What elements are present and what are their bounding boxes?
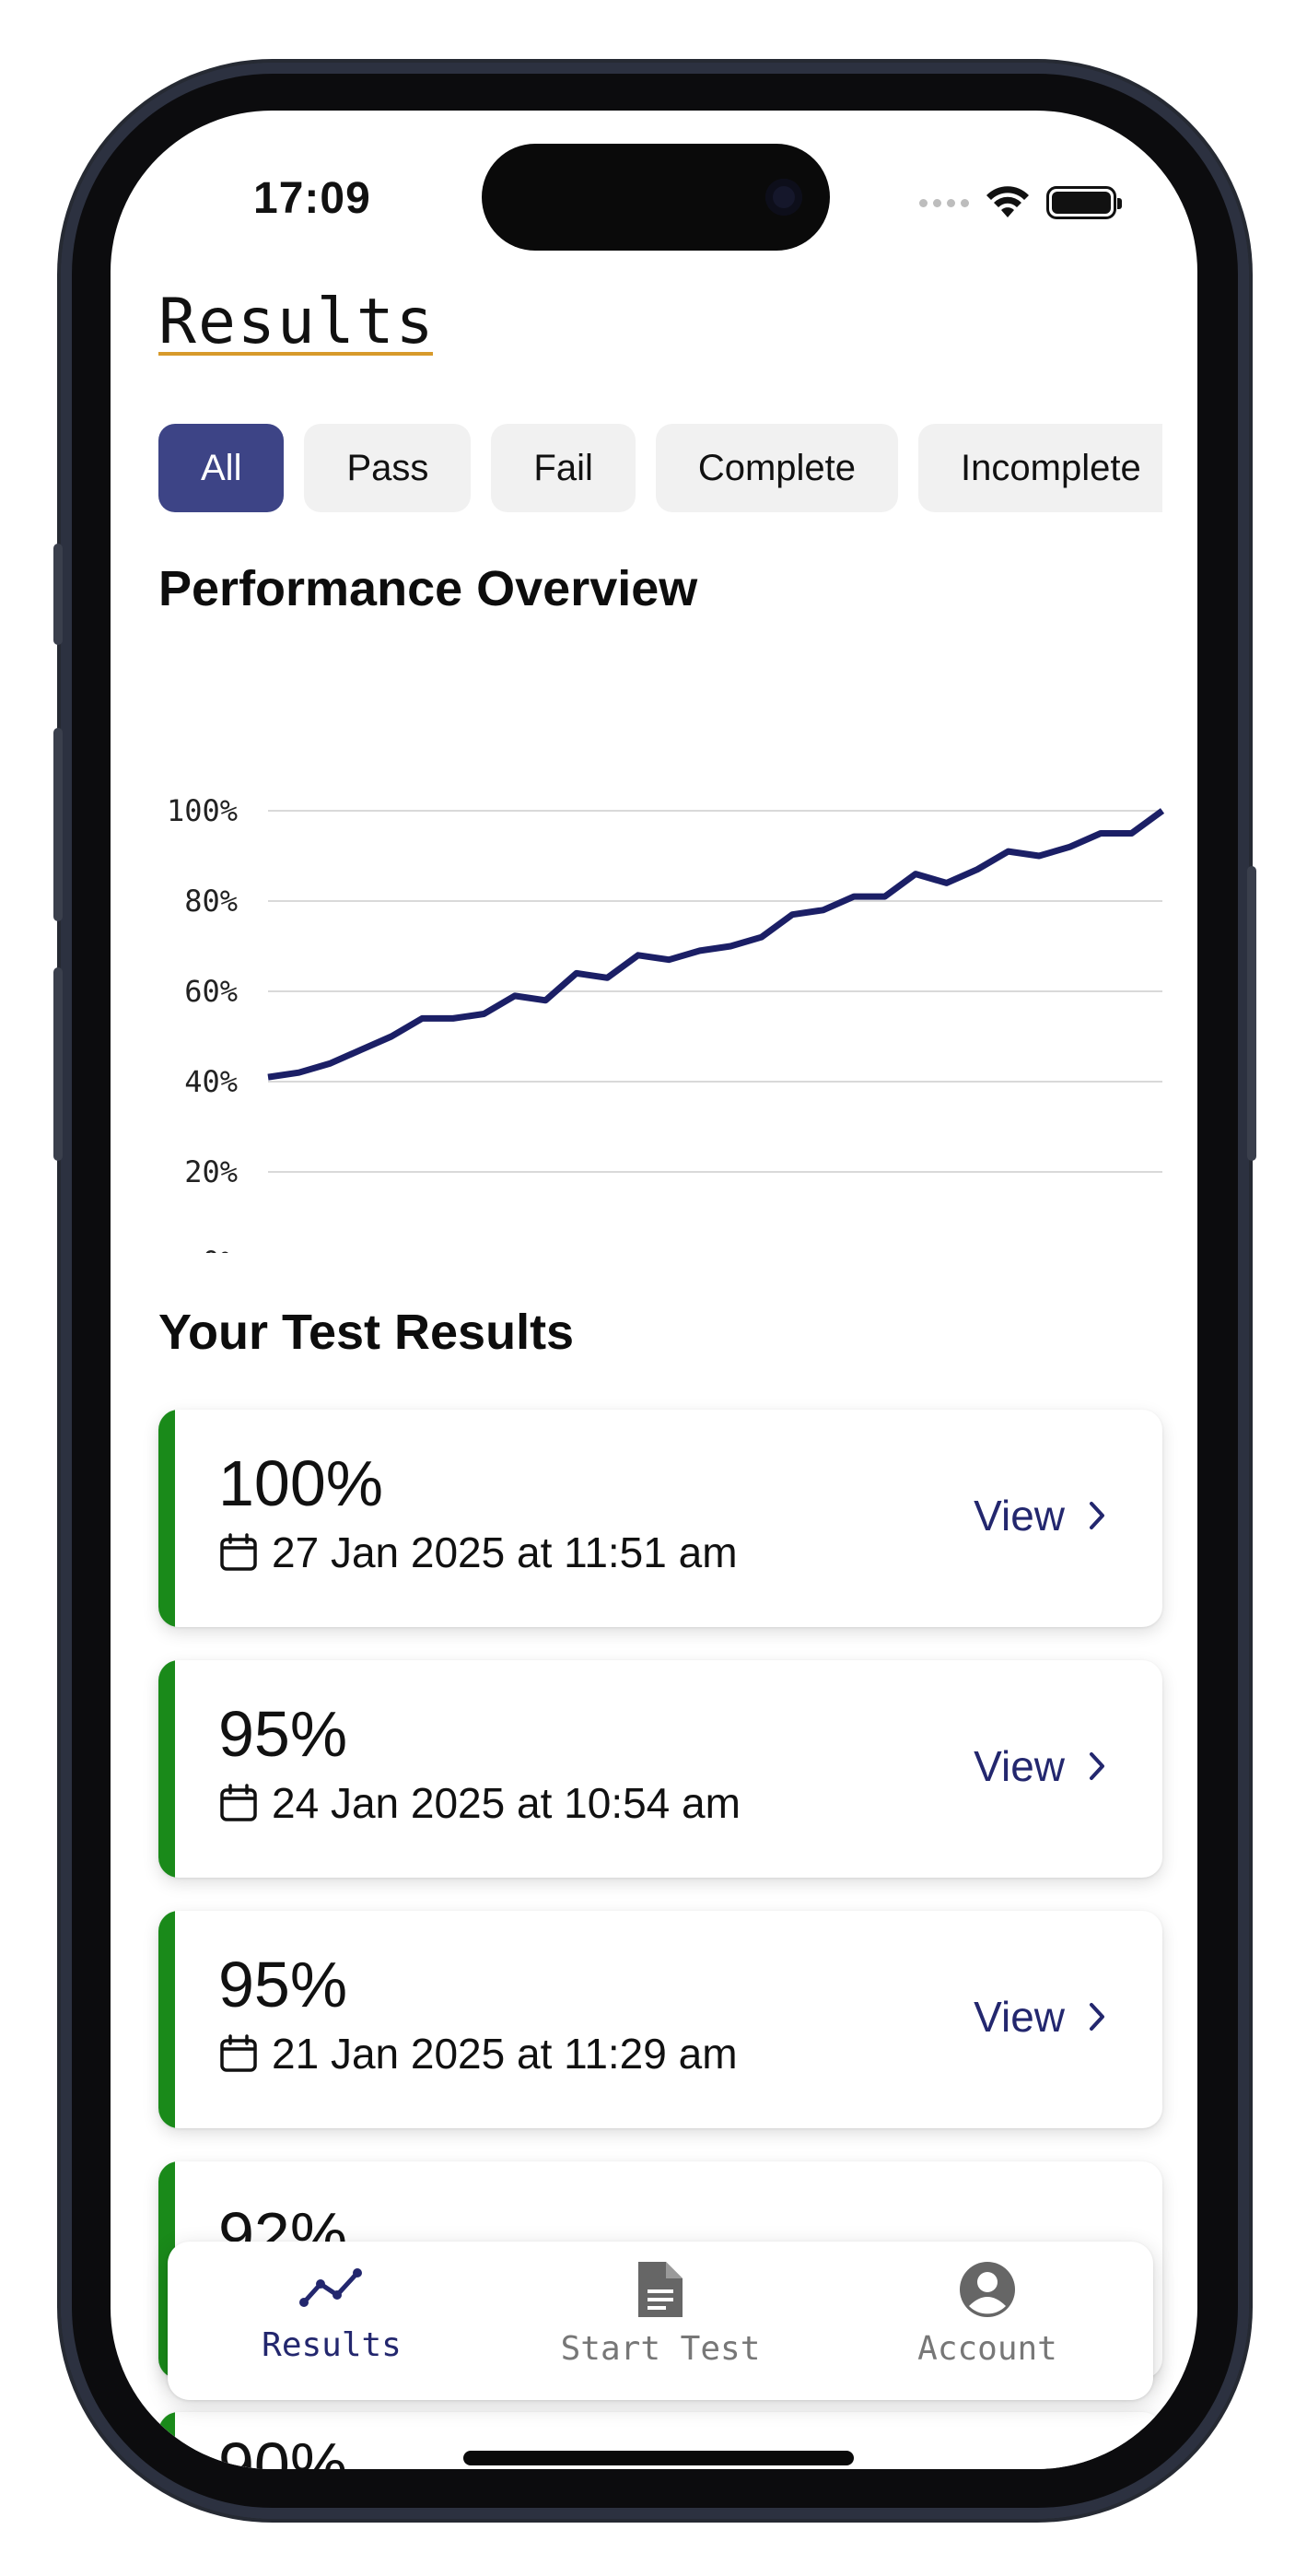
- home-indicator: [463, 2451, 854, 2465]
- performance-chart: 100% 80% 60% 40% 20% 0%: [167, 793, 1165, 1253]
- chevron-right-icon: [1090, 1502, 1104, 1529]
- filter-all-chip[interactable]: All: [158, 424, 285, 512]
- result-date: 21 Jan 2025 at 11:29 am: [218, 2029, 738, 2078]
- action-button: [53, 544, 63, 645]
- calendar-icon: [220, 1784, 257, 1821]
- chevron-right-icon: [1090, 2003, 1104, 2031]
- screen: 17:09 Results All Pass Fail Complete Inc…: [111, 111, 1197, 2469]
- result-date: 24 Jan 2025 at 10:54 am: [218, 1778, 741, 1828]
- filter-incomplete-chip[interactable]: Incomplete: [918, 424, 1162, 512]
- tab-start-test[interactable]: Start Test: [522, 2260, 799, 2389]
- y-tick-label: 40%: [184, 1064, 238, 1099]
- test-results-heading: Your Test Results: [158, 1305, 575, 1360]
- filter-pass-chip[interactable]: Pass: [304, 424, 472, 512]
- volume-down-button: [53, 967, 63, 1161]
- result-score: 100%: [218, 1447, 384, 1519]
- y-tick-label: 60%: [184, 974, 238, 1009]
- filter-chips: All Pass Fail Complete Incomplete: [158, 424, 1162, 512]
- power-button: [1247, 866, 1256, 1161]
- cellular-signal-icon: [919, 198, 969, 207]
- view-label: View: [974, 1492, 1065, 1540]
- result-card[interactable]: 100% 27 Jan 2025 at 11:51 am View: [158, 1410, 1162, 1627]
- tab-account[interactable]: Account: [849, 2260, 1126, 2389]
- result-card[interactable]: 95% 24 Jan 2025 at 10:54 am View: [158, 1660, 1162, 1878]
- title-underline: [158, 352, 433, 356]
- result-score: 90%: [218, 2430, 348, 2469]
- result-date: 27 Jan 2025 at 11:51 am: [218, 1528, 738, 1577]
- pass-indicator: [158, 2412, 175, 2469]
- pass-indicator: [158, 1660, 175, 1878]
- view-label: View: [974, 1742, 1065, 1790]
- document-icon: [638, 2262, 683, 2317]
- tab-start-test-label: Start Test: [560, 2330, 761, 2368]
- dynamic-island: [482, 144, 830, 251]
- y-tick-label: 20%: [184, 1154, 238, 1189]
- view-result-link[interactable]: View: [974, 1741, 1107, 1791]
- series-line: [267, 808, 1165, 1081]
- page-title: Results: [158, 286, 436, 358]
- wifi-icon: [986, 186, 1029, 217]
- camera-icon: [765, 179, 802, 216]
- tab-account-label: Account: [917, 2330, 1057, 2368]
- battery-icon: [1046, 186, 1122, 219]
- chevron-right-icon: [1090, 1752, 1104, 1780]
- result-card[interactable]: 95% 21 Jan 2025 at 11:29 am View: [158, 1911, 1162, 2128]
- result-score: 95%: [218, 1949, 348, 2020]
- y-tick-label: 100%: [167, 793, 238, 828]
- account-icon: [960, 2262, 1015, 2317]
- pass-indicator: [158, 1410, 175, 1627]
- calendar-icon: [220, 1533, 257, 1571]
- y-tick-label: 80%: [184, 884, 238, 919]
- bottom-tab-bar: Results Start Test Account: [168, 2242, 1153, 2400]
- result-date-text: 24 Jan 2025 at 10:54 am: [272, 1779, 741, 1827]
- result-score: 95%: [218, 1698, 348, 1770]
- tab-results-label: Results: [262, 2326, 402, 2364]
- filter-fail-chip[interactable]: Fail: [491, 424, 636, 512]
- status-icons: [919, 184, 1122, 221]
- status-time: 17:09: [253, 174, 371, 223]
- line-chart-icon: [299, 2268, 362, 2307]
- volume-up-button: [53, 728, 63, 921]
- tab-results[interactable]: Results: [193, 2260, 470, 2389]
- view-result-link[interactable]: View: [974, 1992, 1107, 2042]
- filter-complete-chip[interactable]: Complete: [655, 424, 899, 512]
- calendar-icon: [220, 2034, 257, 2072]
- pass-indicator: [158, 1911, 175, 2128]
- y-tick-label: 0%: [202, 1245, 238, 1253]
- result-date-text: 21 Jan 2025 at 11:29 am: [272, 2030, 738, 2078]
- result-date-text: 27 Jan 2025 at 11:51 am: [272, 1528, 738, 1576]
- view-result-link[interactable]: View: [974, 1491, 1107, 1540]
- view-label: View: [974, 1993, 1065, 2041]
- performance-overview-heading: Performance Overview: [158, 561, 698, 616]
